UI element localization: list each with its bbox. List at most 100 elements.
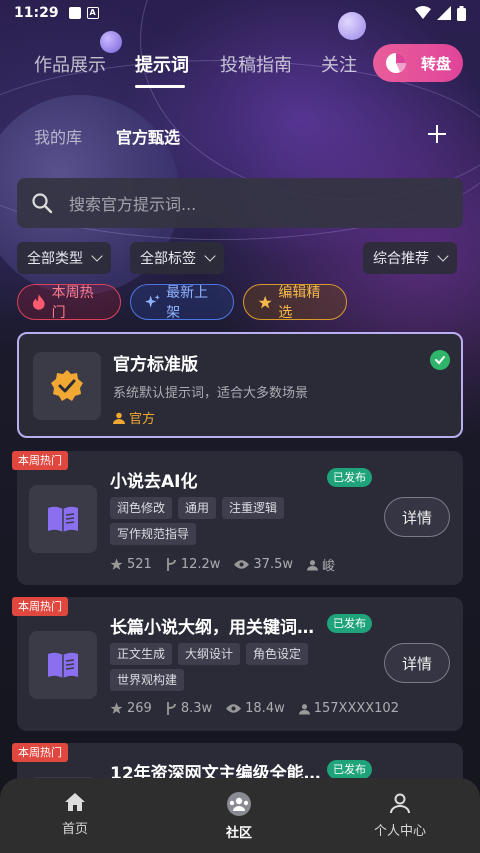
prompt-card-stats: 269 8.3w 18.4w 157XXXX102 — [110, 701, 399, 716]
chip-new-arrivals[interactable]: 最新上架 — [130, 284, 234, 321]
detail-button[interactable]: 详情 — [384, 497, 450, 537]
book-icon — [48, 652, 78, 678]
prompt-card-title: 小说去AI化 — [110, 472, 198, 492]
tag: 注重逻辑 — [222, 497, 285, 519]
tab-submission-guide[interactable]: 投稿指南 — [220, 51, 292, 77]
wifi-icon — [415, 6, 431, 19]
star-icon — [110, 558, 123, 570]
prompt-card-stats: 521 12.2w 37.5w 峻 — [110, 555, 335, 574]
star-count: 521 — [127, 557, 152, 572]
pie-chart-icon — [385, 53, 406, 73]
fork-count: 12.2w — [180, 557, 221, 572]
view-count: 18.4w — [245, 701, 285, 716]
fork-count: 8.3w — [180, 701, 213, 716]
tag: 润色修改 — [110, 497, 173, 519]
tag-filter-dropdown[interactable]: 全部标签 — [130, 242, 224, 274]
author-name: 157XXXX102 — [313, 701, 399, 716]
weekly-hot-badge: 本周热门 — [12, 597, 68, 616]
spin-button-label: 转盘 — [420, 54, 451, 73]
user-icon — [298, 703, 310, 714]
official-card-author: 官方 — [113, 408, 155, 427]
image-icon — [68, 7, 81, 19]
chevron-down-icon — [437, 250, 449, 262]
nav-profile-label: 个人中心 — [374, 824, 427, 839]
chip-new-label: 最新上架 — [166, 285, 209, 321]
battery-icon — [457, 5, 466, 21]
fire-icon — [32, 294, 45, 310]
published-badge: 已发布 — [327, 614, 372, 633]
prompt-card-tags: 润色修改 通用 注重逻辑 写作规范指导 — [110, 497, 310, 545]
prompt-card-icon-box — [29, 485, 97, 553]
type-filter-label: 全部类型 — [27, 251, 83, 267]
detail-button[interactable]: 详情 — [384, 643, 450, 683]
prompt-card[interactable]: 本周热门 长篇小说大纲，用关键词… 已发布 正文生成 大纲设计 角色设定 世界观… — [12, 597, 463, 731]
star-icon — [110, 702, 123, 714]
eye-icon — [226, 704, 242, 713]
official-card-description: 系统默认提示词，适合大多数场景 — [113, 386, 309, 401]
chevron-down-icon — [204, 250, 216, 262]
user-icon — [113, 412, 125, 424]
nav-home-label: 首页 — [62, 822, 89, 837]
weekly-hot-badge: 本周热门 — [12, 743, 68, 762]
tag: 大纲设计 — [178, 643, 241, 665]
nav-community-label: 社区 — [225, 826, 252, 841]
user-icon — [306, 559, 318, 570]
nav-community[interactable]: 社区 — [225, 792, 253, 841]
published-badge: 已发布 — [327, 468, 372, 487]
tag: 正文生成 — [110, 643, 173, 665]
chip-editor-pick[interactable]: 编辑精选 — [243, 284, 347, 321]
nav-profile[interactable]: 个人中心 — [374, 792, 426, 839]
official-card-title: 官方标准版 — [113, 355, 198, 375]
fork-icon — [166, 702, 176, 715]
fork-icon — [166, 558, 176, 571]
chevron-down-icon — [91, 250, 103, 262]
book-icon — [48, 506, 78, 532]
tag: 写作规范指导 — [110, 523, 197, 545]
tag: 角色设定 — [246, 643, 309, 665]
weekly-hot-badge: 本周热门 — [12, 451, 68, 470]
official-card-author-label: 官方 — [129, 412, 156, 427]
profile-icon — [390, 793, 410, 814]
sort-dropdown[interactable]: 综合推荐 — [363, 242, 457, 274]
prompt-card-icon-box — [29, 631, 97, 699]
prompt-card-tags: 正文生成 大纲设计 角色设定 世界观构建 — [110, 643, 310, 691]
eye-icon — [234, 560, 250, 569]
type-filter-dropdown[interactable]: 全部类型 — [17, 242, 111, 274]
signal-icon — [437, 6, 451, 20]
view-count: 37.5w — [253, 557, 293, 572]
verified-badge-icon — [51, 370, 83, 401]
selected-check-icon — [430, 350, 450, 370]
search-placeholder: 搜索官方提示词... — [69, 195, 197, 214]
active-tab-indicator — [135, 85, 185, 88]
status-bar: 11:29 A — [0, 0, 480, 26]
nav-home[interactable]: 首页 — [62, 792, 88, 837]
search-bar[interactable]: 搜索官方提示词... — [17, 178, 463, 228]
chip-hot-label: 本周热门 — [51, 285, 94, 321]
tag: 世界观构建 — [110, 669, 185, 691]
prompt-card-title: 长篇小说大纲，用关键词… — [110, 618, 314, 638]
add-icon[interactable] — [427, 124, 447, 144]
prompt-card[interactable]: 本周热门 小说去AI化 已发布 润色修改 通用 注重逻辑 写作规范指导 521 … — [12, 451, 463, 585]
star-count: 269 — [127, 701, 152, 716]
star-icon — [258, 295, 272, 308]
published-badge: 已发布 — [327, 760, 372, 779]
tag-filter-label: 全部标签 — [140, 251, 196, 267]
official-standard-card[interactable]: 官方标准版 系统默认提示词，适合大多数场景 官方 — [17, 332, 463, 438]
search-icon — [32, 193, 53, 214]
bottom-nav: 首页 社区 个人中心 — [0, 778, 480, 853]
sparkle-icon — [145, 294, 161, 308]
chip-weekly-hot[interactable]: 本周热门 — [17, 284, 121, 321]
sort-label: 综合推荐 — [373, 251, 429, 267]
home-icon — [65, 793, 85, 811]
community-icon — [227, 792, 251, 816]
official-card-icon-box — [33, 352, 101, 420]
tab-follow[interactable]: 关注 — [321, 51, 357, 77]
spin-wheel-button[interactable]: 转盘 — [373, 44, 463, 82]
tab-prompts[interactable]: 提示词 — [135, 51, 189, 77]
subtab-my-library[interactable]: 我的库 — [34, 124, 82, 148]
subtab-official-picks[interactable]: 官方甄选 — [116, 124, 180, 148]
author-name: 峻 — [321, 559, 335, 574]
tab-works[interactable]: 作品展示 — [34, 51, 106, 77]
a-icon: A — [86, 7, 99, 19]
chip-pick-label: 编辑精选 — [278, 285, 321, 321]
